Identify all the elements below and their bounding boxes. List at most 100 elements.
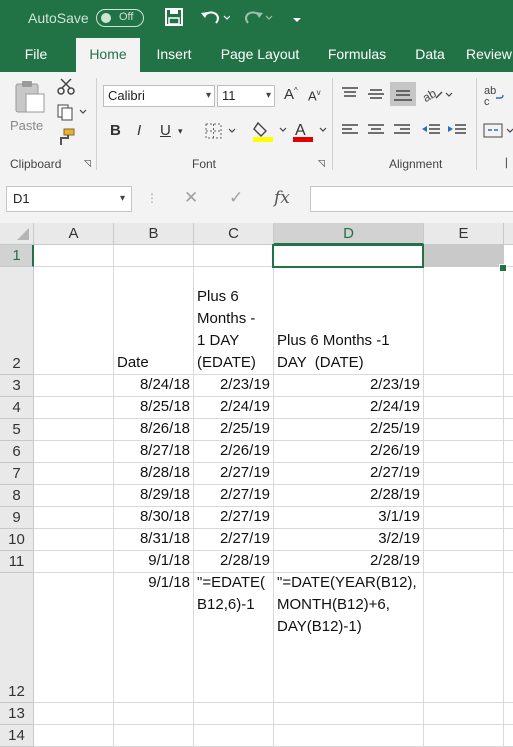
- paste-icon[interactable]: [12, 80, 46, 117]
- group-separator: [476, 78, 477, 170]
- cell-b6: 8/27/18: [139, 442, 190, 459]
- row-header-11[interactable]: 11: [0, 551, 34, 573]
- cell-c8: 2/27/19: [219, 486, 270, 503]
- orientation-icon[interactable]: ab: [420, 84, 454, 107]
- align-center-icon[interactable]: [367, 122, 385, 141]
- font-size-combo[interactable]: 11 ▾: [217, 85, 275, 107]
- cell-d3: 2/23/19: [369, 376, 420, 393]
- cell-d5: 2/25/19: [369, 420, 420, 437]
- svg-text:A: A: [295, 122, 306, 139]
- format-painter-icon[interactable]: [56, 128, 76, 149]
- tab-home[interactable]: Home: [76, 38, 140, 72]
- tab-review[interactable]: Review: [466, 38, 513, 72]
- cell-c11: 2/28/19: [219, 552, 270, 569]
- wrap-text-icon[interactable]: ab c: [484, 84, 506, 109]
- align-top-icon[interactable]: [341, 86, 359, 105]
- underline-button[interactable]: U: [160, 122, 171, 139]
- cell-e1[interactable]: [423, 245, 504, 267]
- tab-page-layout[interactable]: Page Layout: [212, 38, 308, 72]
- row-header-13[interactable]: 13: [0, 703, 34, 725]
- column-header-e[interactable]: E: [424, 223, 504, 245]
- cell-d2: Plus 6 Months -1 DAY (DATE): [277, 332, 390, 371]
- font-name-value: Calibri: [108, 88, 145, 103]
- font-color-icon[interactable]: A: [292, 119, 328, 146]
- clipboard-group-label: Clipboard: [10, 157, 62, 171]
- row-header-1[interactable]: 1: [0, 245, 34, 267]
- tab-data[interactable]: Data: [406, 38, 454, 72]
- row-header-8[interactable]: 8: [0, 485, 34, 507]
- autosave-toggle[interactable]: Off: [96, 9, 144, 27]
- undo-icon[interactable]: [200, 8, 231, 31]
- cell-c10: 2/27/19: [219, 530, 270, 547]
- row-header-2[interactable]: 2: [0, 267, 34, 375]
- cut-icon[interactable]: [56, 78, 76, 99]
- decrease-font-size-icon[interactable]: Av: [308, 88, 321, 103]
- row-header-9[interactable]: 9: [0, 507, 34, 529]
- borders-icon[interactable]: [205, 122, 237, 143]
- cell-d7: 2/27/19: [369, 464, 420, 481]
- cell-d4: 2/24/19: [369, 398, 420, 415]
- tab-formulas[interactable]: Formulas: [320, 38, 394, 72]
- insert-function-icon[interactable]: fx: [274, 188, 290, 208]
- row-header-3[interactable]: 3: [0, 375, 34, 397]
- cell-d10: 3/2/19: [378, 530, 420, 547]
- row-header-6[interactable]: 6: [0, 441, 34, 463]
- tab-file[interactable]: File: [10, 38, 62, 72]
- cell-b7: 8/28/18: [139, 464, 190, 481]
- row-header-12[interactable]: 12: [0, 573, 34, 703]
- cancel-icon[interactable]: ✕: [184, 188, 198, 208]
- fill-handle[interactable]: [499, 264, 507, 272]
- increase-indent-icon[interactable]: [447, 122, 467, 141]
- customize-toolbar-icon[interactable]: [292, 12, 302, 30]
- cell-c6: 2/26/19: [219, 442, 270, 459]
- align-left-icon[interactable]: [341, 122, 359, 141]
- increase-font-size-icon[interactable]: A^: [284, 86, 298, 103]
- decrease-indent-icon[interactable]: [421, 122, 441, 141]
- save-icon[interactable]: [165, 8, 183, 31]
- cell-c4: 2/24/19: [219, 398, 270, 415]
- row-header-14[interactable]: 14: [0, 725, 34, 747]
- bold-button[interactable]: B: [110, 122, 121, 139]
- fill-color-icon[interactable]: [252, 119, 288, 146]
- row-header-10[interactable]: 10: [0, 529, 34, 551]
- font-name-combo[interactable]: Calibri ▾: [103, 85, 215, 107]
- title-bar: AutoSave Off: [0, 0, 513, 38]
- cell-b3: 8/24/18: [139, 376, 190, 393]
- name-box[interactable]: D1 ▾: [6, 186, 132, 212]
- cell-b10: 8/31/18: [139, 530, 190, 547]
- cell-b12: 9/1/18: [148, 574, 190, 591]
- redo-icon[interactable]: [244, 8, 274, 31]
- formula-input[interactable]: [310, 186, 513, 212]
- merge-center-icon[interactable]: [483, 122, 513, 143]
- chevron-down-icon[interactable]: ▾: [178, 126, 183, 137]
- align-right-icon[interactable]: [393, 122, 411, 141]
- row-header-5[interactable]: 5: [0, 419, 34, 441]
- paste-button[interactable]: Paste: [10, 118, 43, 133]
- toggle-knob: [101, 13, 111, 23]
- enter-icon[interactable]: ✓: [229, 188, 243, 208]
- worksheet-grid[interactable]: A B C D E 1 2 3 4 5 6 7 8 9 10 11 12 13 …: [0, 223, 513, 747]
- alignment-launcher-icon[interactable]: ▏: [506, 158, 513, 169]
- copy-icon[interactable]: [56, 103, 90, 124]
- gridline: [34, 572, 513, 573]
- align-middle-icon[interactable]: [367, 86, 385, 105]
- column-header-f[interactable]: [504, 223, 513, 245]
- column-header-c[interactable]: C: [194, 223, 274, 245]
- column-header-d[interactable]: D: [274, 223, 424, 245]
- cell-d6: 2/26/19: [369, 442, 420, 459]
- column-header-b[interactable]: B: [114, 223, 194, 245]
- align-bottom-icon[interactable]: [390, 82, 416, 106]
- font-launcher-icon[interactable]: ◹: [318, 158, 325, 169]
- row-header-7[interactable]: 7: [0, 463, 34, 485]
- clipboard-launcher-icon[interactable]: ◹: [84, 158, 91, 169]
- italic-button[interactable]: I: [137, 122, 141, 139]
- gridline: [423, 245, 424, 747]
- row-header-4[interactable]: 4: [0, 397, 34, 419]
- cell-c5: 2/25/19: [219, 420, 270, 437]
- group-separator: [96, 78, 97, 170]
- tab-insert[interactable]: Insert: [146, 38, 202, 72]
- cell-d9: 3/1/19: [378, 508, 420, 525]
- select-all-corner[interactable]: [0, 223, 34, 245]
- column-header-a[interactable]: A: [34, 223, 114, 245]
- active-cell-d1[interactable]: [272, 244, 424, 268]
